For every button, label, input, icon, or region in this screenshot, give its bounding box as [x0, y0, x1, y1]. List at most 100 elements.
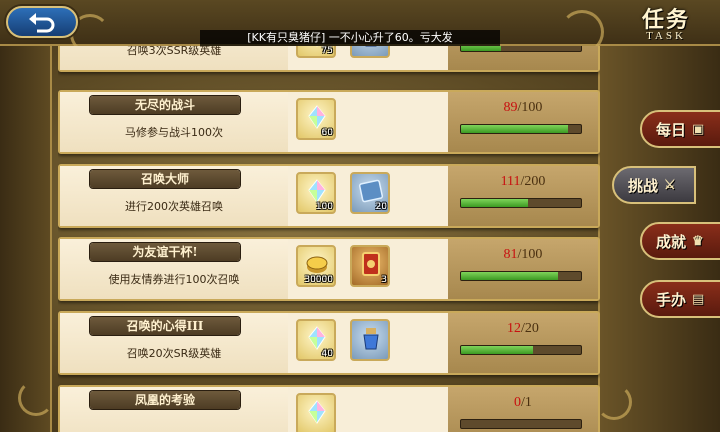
task-name: 为友谊干杯! — [90, 243, 240, 261]
progress-current: 12 — [507, 321, 522, 336]
calendar-icon: ▣ — [692, 121, 705, 137]
reward-count: 100 — [315, 202, 333, 212]
progress-current: 81 — [503, 247, 518, 262]
progress-target: /100 — [517, 247, 543, 262]
progress-current: 111 — [500, 174, 521, 189]
tab-trophy[interactable]: 成就 ♛ — [640, 222, 720, 260]
task-row[interactable]: 为友谊干杯! 使用友情券进行100次召唤 30000 3 81/100 — [58, 237, 600, 301]
game-screen: 任务 TASK 召唤3次SSR级英雄 75 1/3 无尽的战斗马修参与战斗100次 60… — [0, 0, 720, 432]
task-row[interactable]: 召唤的心得III 召唤20次SR级英雄 40 12/20 — [58, 311, 600, 375]
tab-crossed-swords[interactable]: 挑战 ⚔ — [612, 166, 696, 204]
reward-item[interactable]: 40 — [296, 319, 336, 361]
trophy-icon: ♛ — [692, 233, 704, 249]
figure-icon: ▤ — [692, 291, 705, 307]
task-description: 召唤3次SSR级英雄 — [126, 46, 222, 57]
reward-item[interactable]: 20 — [350, 172, 390, 214]
summon-ticket-icon — [358, 179, 384, 203]
progress-current: 89 — [503, 100, 518, 115]
tab-calendar[interactable]: 每日 ▣ — [640, 110, 720, 148]
rainbow-crystal-icon — [308, 179, 326, 203]
left-frame — [0, 0, 52, 432]
progress-bar — [460, 198, 582, 208]
task-name: 凤凰的考验 — [90, 391, 240, 409]
task-row[interactable]: 召唤3次SSR级英雄 75 1/3 — [58, 46, 600, 72]
reward-count: 20 — [375, 202, 387, 212]
progress-count: 89/100 — [448, 100, 598, 116]
title-subtext: TASK — [646, 30, 686, 42]
task-row[interactable]: 无尽的战斗 马修参与战斗100次 60 89/100 — [58, 90, 600, 154]
rainbow-crystal-icon — [308, 326, 326, 350]
task-progress: 1/3 — [448, 46, 598, 70]
task-row[interactable]: 凤凰的考验 0/1 — [58, 385, 600, 432]
progress-count: 0/1 — [448, 395, 598, 411]
reward-item[interactable]: 75 — [296, 46, 336, 58]
task-description: 进行200次英雄召唤 — [125, 200, 223, 213]
progress-count: 81/100 — [448, 247, 598, 263]
reward-slots: 40 — [288, 313, 448, 373]
reward-count: 60 — [321, 128, 333, 138]
task-info: 为友谊干杯! 使用友情券进行100次召唤 — [60, 239, 288, 299]
progress-target: /1 — [521, 395, 532, 410]
blue-potion-icon — [365, 46, 377, 47]
reward-slots: 100 20 — [288, 166, 448, 226]
task-progress: 89/100 — [448, 92, 598, 152]
reward-slots: 30000 3 — [288, 239, 448, 299]
progress-fill — [461, 125, 568, 133]
progress-target: /100 — [517, 100, 543, 115]
task-name: 无尽的战斗 — [90, 96, 240, 114]
progress-bar — [460, 271, 582, 281]
progress-bar — [460, 46, 582, 52]
progress-count: 12/20 — [448, 321, 598, 337]
progress-fill — [461, 199, 528, 207]
task-info: 无尽的战斗 马修参与战斗100次 — [60, 92, 288, 152]
reward-item[interactable]: 60 — [296, 98, 336, 140]
ornament-swirl — [18, 380, 54, 416]
progress-bar — [460, 419, 582, 429]
tab-figure[interactable]: 手办 ▤ — [640, 280, 720, 318]
reward-item[interactable]: 30000 — [296, 245, 336, 287]
progress-fill — [461, 346, 533, 354]
task-progress: 81/100 — [448, 239, 598, 299]
announcement-marquee: [KK有只臭猪仔] 一不小心升了60。亏大发 — [200, 30, 500, 46]
task-info: 召唤的心得III 召唤20次SR级英雄 — [60, 313, 288, 373]
tab-label: 每日 — [656, 120, 687, 139]
task-progress: 111/200 — [448, 166, 598, 226]
progress-fill — [461, 46, 501, 51]
reward-count: 75 — [321, 46, 333, 56]
progress-bar — [460, 124, 582, 134]
reward-item[interactable]: 3 — [350, 245, 390, 287]
task-name: 召唤的心得III — [90, 317, 240, 335]
reward-count: 30000 — [304, 275, 333, 285]
crossed-swords-icon: ⚔ — [664, 177, 676, 193]
reward-count: 3 — [381, 275, 387, 285]
progress-fill — [461, 272, 559, 280]
ornament-swirl — [596, 384, 632, 420]
progress-target: /200 — [520, 174, 546, 189]
reward-item[interactable]: 100 — [296, 172, 336, 214]
task-info: 召唤大师进行200次英雄召唤 — [60, 166, 288, 226]
reward-count: 40 — [321, 349, 333, 359]
return-arrow-icon — [29, 13, 55, 33]
reward-slots: 60 — [288, 92, 448, 152]
task-description: 使用友情券进行100次召唤 — [108, 273, 240, 286]
task-info: 召唤3次SSR级英雄 — [60, 46, 288, 70]
tab-label: 手办 — [656, 290, 687, 309]
task-list[interactable]: 召唤3次SSR级英雄 75 1/3 无尽的战斗马修参与战斗100次 60 89/100 召唤… — [58, 46, 600, 432]
back-button[interactable] — [6, 6, 78, 38]
red-card-icon — [362, 252, 380, 276]
right-frame — [598, 0, 720, 432]
reward-item[interactable] — [296, 393, 336, 432]
reward-slots — [288, 387, 448, 432]
reward-slots: 75 — [288, 46, 448, 70]
task-name: 召唤大师 — [90, 170, 240, 188]
blue-potion-icon — [363, 328, 379, 350]
task-row[interactable]: 召唤大师进行200次英雄召唤 100 20 111/200 — [58, 164, 600, 228]
reward-item[interactable] — [350, 46, 390, 58]
rainbow-crystal-icon — [308, 105, 326, 129]
page-title: 任务 TASK — [618, 2, 714, 46]
progress-current: 0 — [514, 395, 522, 410]
progress-target: /20 — [521, 321, 539, 336]
tab-label: 成就 — [656, 232, 687, 251]
reward-item[interactable] — [350, 319, 390, 361]
task-progress: 0/1 — [448, 387, 598, 432]
